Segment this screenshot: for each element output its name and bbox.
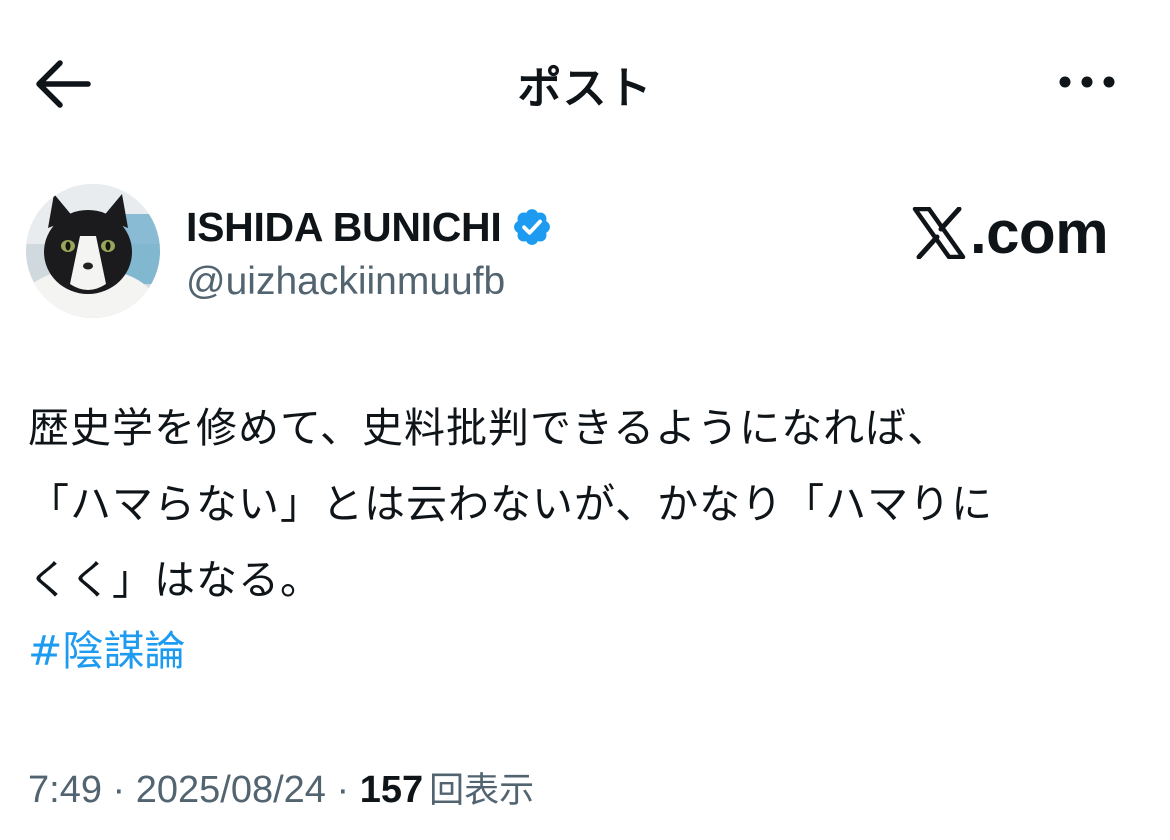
meta-separator: ·: [101, 769, 136, 811]
user-handle[interactable]: @uizhackiinmuufb: [186, 260, 505, 304]
display-name[interactable]: ISHIDA BUNICHI: [186, 204, 502, 251]
more-options-button[interactable]: [1052, 60, 1122, 104]
views-count[interactable]: 157: [360, 769, 423, 812]
avatar[interactable]: [26, 184, 160, 318]
source-logo-text: .com: [970, 199, 1109, 266]
source-logo: .com: [912, 198, 1109, 267]
verified-badge-icon: [514, 209, 551, 245]
arrow-left-icon: [36, 60, 91, 108]
more-horizontal-icon: [1059, 76, 1115, 88]
post-text-line: 「ハマらない」とは云わないが、かなり「ハマりに: [28, 480, 994, 528]
page-title: ポスト: [517, 63, 653, 114]
cat-avatar-icon: [26, 184, 160, 318]
x-logo-icon: [912, 206, 966, 259]
back-button[interactable]: [30, 56, 94, 112]
post-text-line: くく」はなる。: [28, 556, 322, 604]
post-meta: 7:49 · 2025/08/24 · 157 回表示: [28, 762, 534, 813]
post-time[interactable]: 7:49: [28, 769, 102, 812]
post-date[interactable]: 2025/08/24: [136, 769, 326, 812]
display-name-row: ISHIDA BUNICHI: [186, 202, 553, 252]
top-bar: ポスト: [0, 0, 1170, 160]
views-label: 回表示: [429, 771, 535, 811]
post-text-line: 歴史学を修めて、史料批判できるようになれば、: [28, 404, 950, 452]
post-text: 歴史学を修めて、史料批判できるようになれば、 「ハマらない」とは云わないが、かな…: [28, 390, 1138, 618]
hashtag-link[interactable]: #陰謀論: [28, 617, 185, 685]
author-row: ISHIDA BUNICHI @uizhackiinmuufb .com: [0, 180, 1170, 330]
meta-separator: ·: [325, 769, 360, 811]
